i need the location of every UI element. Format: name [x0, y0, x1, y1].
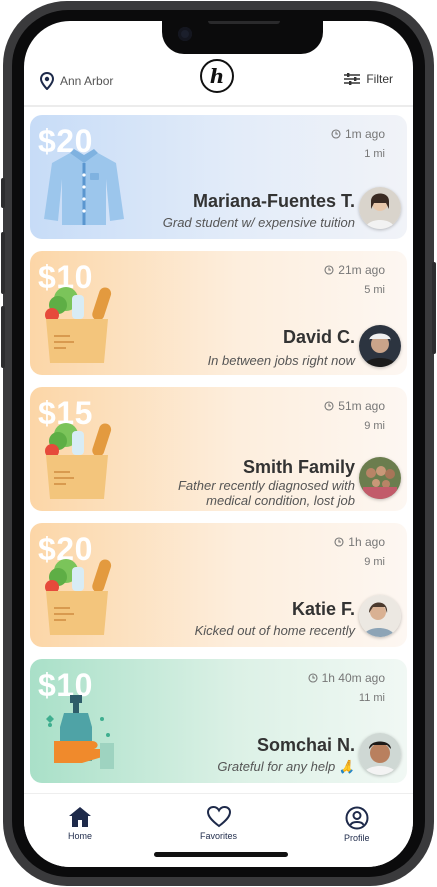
grocery-bag-icon	[45, 559, 112, 635]
tab-profile[interactable]: Profile	[344, 806, 370, 843]
soap-hand-icon	[46, 695, 114, 769]
avatar[interactable]	[359, 325, 401, 367]
requester-name: Somchai N.	[256, 735, 355, 755]
app-logo: h	[200, 59, 234, 93]
request-time: 21m ago	[324, 263, 385, 277]
request-card[interactable]: $20 1m ago 1 mi Mariana-Fuentes T. Grad …	[30, 115, 407, 239]
grocery-bag-icon	[45, 423, 112, 499]
avatar[interactable]	[359, 187, 401, 229]
request-distance: 9 mi	[364, 556, 385, 568]
speaker-grille	[208, 21, 280, 24]
clock-icon	[308, 673, 318, 683]
request-distance: 1 mi	[364, 148, 385, 160]
filter-button[interactable]: Filter	[344, 72, 393, 86]
request-time: 1m ago	[331, 127, 385, 141]
tab-favorites[interactable]: Favorites	[200, 806, 237, 841]
filter-label: Filter	[366, 72, 393, 86]
clock-icon	[334, 537, 344, 547]
phone-power-button	[432, 262, 436, 354]
time-label: 21m ago	[338, 263, 385, 277]
header-divider	[24, 105, 413, 107]
logo-letter: h	[209, 64, 225, 88]
phone-volume-up	[1, 232, 5, 294]
time-label: 1m ago	[344, 127, 385, 141]
avatar[interactable]	[359, 595, 401, 637]
request-time: 1h 40m ago	[308, 671, 385, 685]
request-card[interactable]: $10 21m ago 5 mi David C. In between job…	[30, 251, 407, 375]
time-label: 1h 40m ago	[321, 671, 385, 685]
request-time: 1h ago	[334, 535, 385, 549]
request-description: Father recently diagnosed with medical c…	[177, 478, 355, 508]
requester-name: Mariana-Fuentes T.	[192, 191, 355, 211]
request-card[interactable]: $10 1h 40m ago 11 mi Somchai N. Grateful…	[30, 659, 407, 783]
request-distance: 11 mi	[358, 692, 385, 704]
notch	[162, 21, 323, 54]
avatar[interactable]	[359, 733, 401, 775]
request-description: Kicked out of home recently	[194, 623, 355, 638]
heart-icon	[206, 806, 231, 828]
clock-icon	[324, 401, 334, 411]
home-indicator[interactable]	[154, 852, 288, 857]
tab-profile-label: Profile	[344, 833, 370, 843]
shirt-icon	[44, 149, 124, 225]
tab-home-label: Home	[68, 831, 93, 841]
request-description: In between jobs right now	[207, 353, 355, 368]
app-screen: Ann Arbor h Filter $20 1m ago 1 mi Maria…	[24, 21, 413, 867]
home-icon	[69, 807, 91, 827]
tab-favorites-label: Favorites	[200, 831, 238, 841]
tab-home[interactable]: Home	[68, 806, 92, 841]
request-description: Grad student w/ expensive tuition	[162, 215, 355, 230]
time-label: 51m ago	[338, 399, 385, 413]
group-photo	[359, 457, 401, 499]
top-bar: Ann Arbor h Filter	[24, 59, 413, 103]
avatar[interactable]	[359, 457, 401, 499]
user-circle-icon	[345, 806, 369, 830]
phone-volume-down	[1, 306, 5, 368]
person-photo	[359, 325, 401, 367]
clock-icon	[331, 129, 341, 139]
request-time: 51m ago	[324, 399, 385, 413]
request-description: Grateful for any help 🙏	[217, 759, 355, 774]
location-selector[interactable]: Ann Arbor	[40, 72, 113, 90]
phone-mute-switch	[1, 178, 5, 208]
person-photo	[359, 595, 401, 637]
grocery-bag-icon	[45, 287, 112, 363]
map-pin-icon	[40, 72, 54, 90]
time-label: 1h ago	[348, 535, 385, 549]
clock-icon	[324, 265, 334, 275]
requester-name: Smith Family	[242, 457, 355, 477]
request-distance: 5 mi	[364, 284, 385, 296]
location-label: Ann Arbor	[60, 74, 114, 88]
sliders-icon	[344, 73, 361, 85]
requester-name: David C.	[282, 327, 355, 347]
request-distance: 9 mi	[364, 420, 385, 432]
person-photo	[359, 733, 401, 775]
request-card[interactable]: $20 1h ago 9 mi Katie F. Kicked out of h…	[30, 523, 407, 647]
requester-name: Katie F.	[291, 599, 355, 619]
request-card[interactable]: $15 51m ago 9 mi Smith Family Father rec…	[30, 387, 407, 511]
person-photo	[359, 187, 401, 229]
front-camera-icon	[178, 27, 192, 41]
